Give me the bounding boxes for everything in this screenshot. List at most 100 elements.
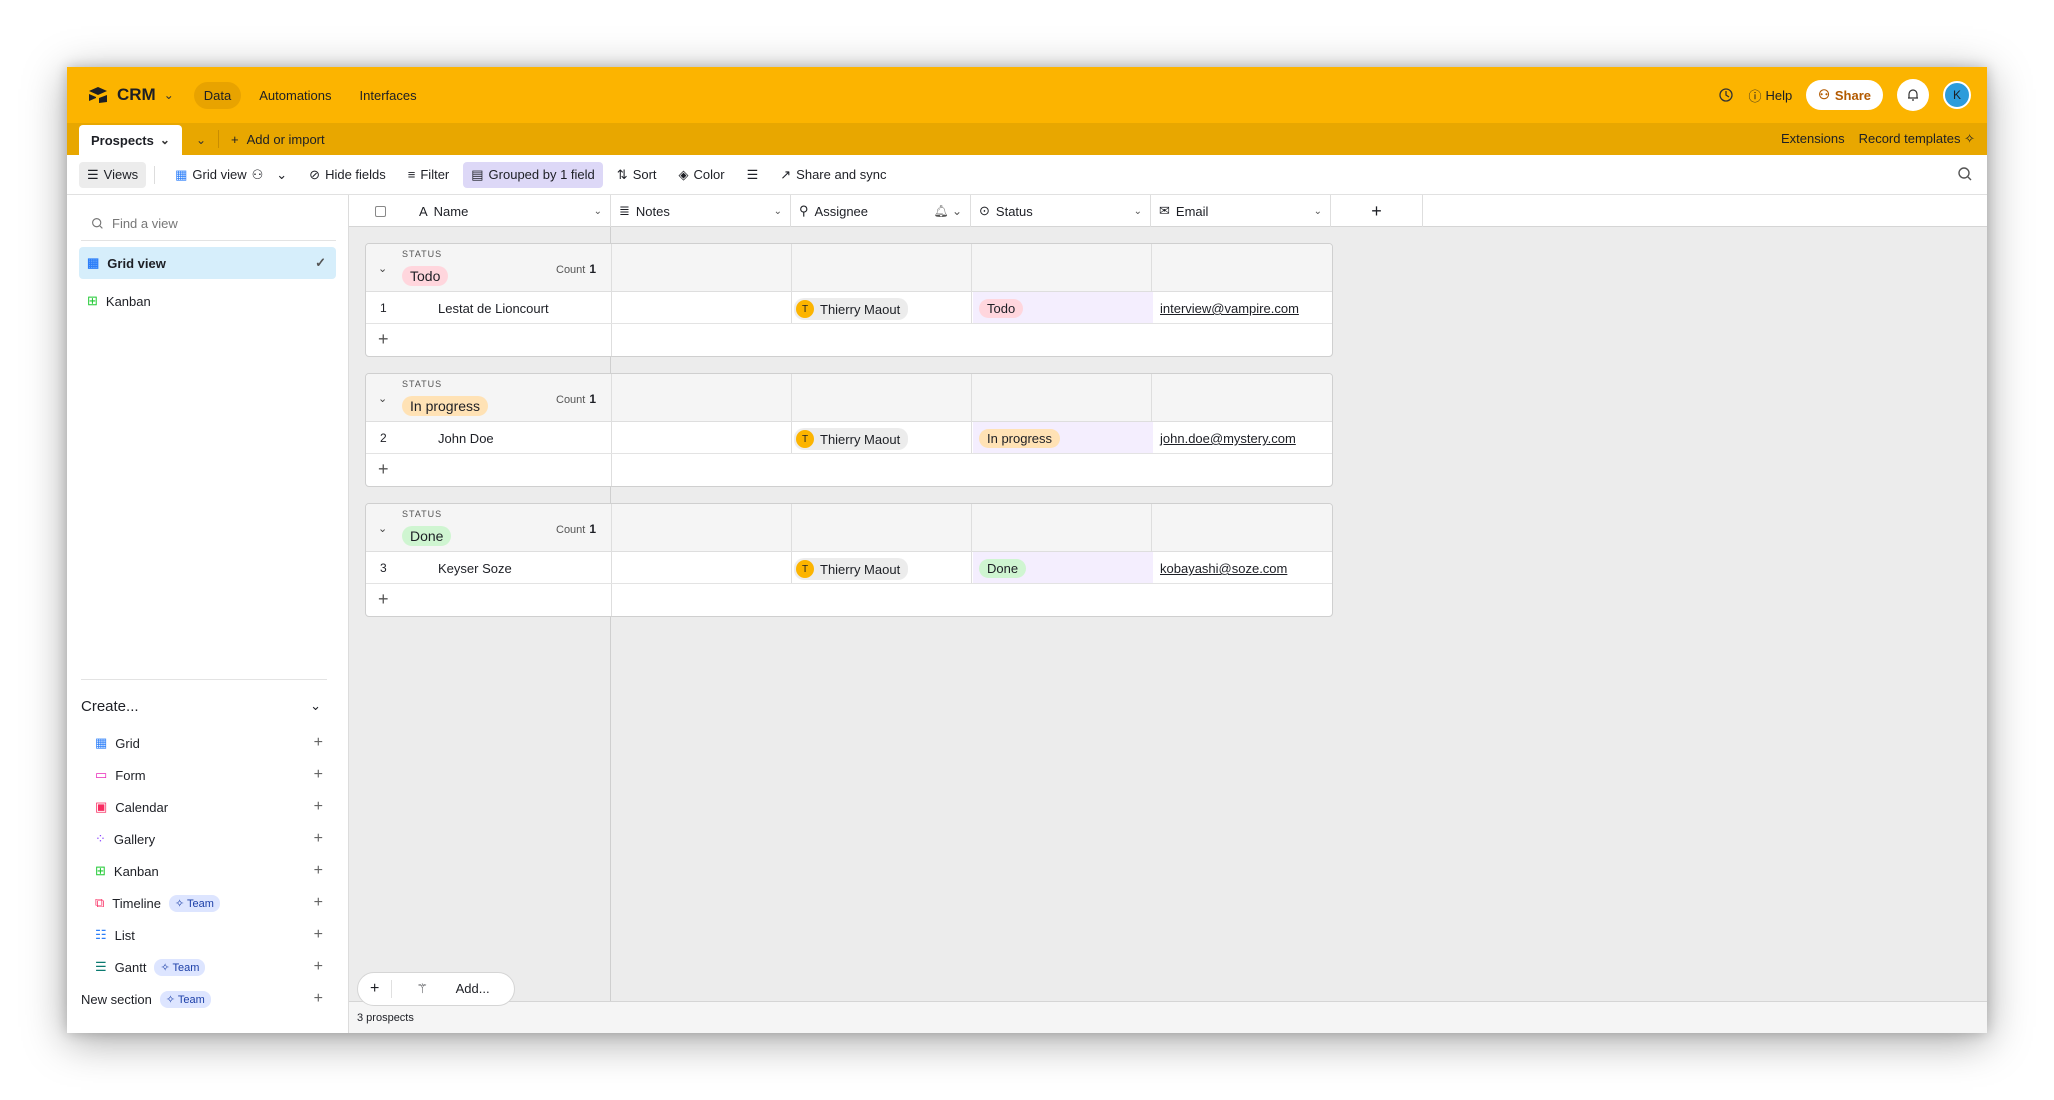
column-header-assignee[interactable]: ⚲ Assignee 🔔︎ ⌄ [791,195,971,227]
create-label: Create... [81,698,139,715]
name-cell[interactable]: Keyser Soze [438,561,512,576]
chevron-down-icon[interactable]: ⌄ [196,133,206,147]
plus-icon: + [378,329,389,349]
email-link[interactable]: kobayashi@soze.com [1160,561,1287,576]
sidebar-item-grid-view[interactable]: ▦ Grid view ✓ [79,247,336,279]
plus-icon: + [378,589,389,609]
kanban-icon: ⊞ [95,863,106,878]
select-all-checkbox[interactable] [349,195,411,227]
avatar[interactable]: K [1943,81,1971,109]
share-sync-button[interactable]: ↗ Share and sync [772,162,894,188]
column-header-status[interactable]: ⊙ Status ⌄ [971,195,1151,227]
sparkle-icon: ✧ [1964,131,1975,146]
sort-button[interactable]: ⇅ Sort [609,162,665,188]
assignee-chip[interactable]: T Thierry Maout [794,298,909,320]
view-item-label: Kanban [105,293,151,309]
column-label: Assignee [814,203,869,219]
create-new-section[interactable]: New section ✧ Team + [81,983,331,1015]
create-form[interactable]: ▭ Form + [81,759,331,791]
views-button[interactable]: ☰ Views [79,161,147,188]
add-or-import-button[interactable]: + Add or import [231,132,325,147]
gallery-icon: ⁘ [95,831,106,846]
grid-icon: ▦ [175,166,188,182]
add-record-row[interactable]: + [366,324,1332,356]
history-icon[interactable] [1718,87,1734,103]
tab-prospects[interactable]: Prospects ⌄ [79,125,182,155]
assignee-chip[interactable]: T Thierry Maout [794,428,909,450]
column-header-notes[interactable]: ≣ Notes ⌄ [611,195,791,227]
create-timeline[interactable]: ⧉ Timeline ✧ Team + [81,887,331,919]
sidebar-item-kanban[interactable]: ⊞ Kanban [79,285,336,317]
add-record-row[interactable]: + [366,454,1332,486]
add-field-button[interactable]: + [1331,195,1423,227]
nav-automations[interactable]: Automations [249,82,341,109]
create-section-header[interactable]: Create... ⌄ [81,679,327,715]
team-badge: ✧ Team [168,894,220,912]
email-link[interactable]: interview@vampire.com [1160,301,1299,316]
kanban-icon: ⊞ [87,293,98,308]
create-kanban[interactable]: ⊞ Kanban + [81,855,331,887]
base-switcher[interactable]: CRM ⌄ [87,85,174,105]
group-header[interactable]: ⌄ STATUS Done Count 1 [366,504,1332,552]
table-row[interactable]: 1 Lestat de Lioncourt T Thierry Maout Tod… [366,292,1332,324]
create-grid[interactable]: ▦ Grid + [81,727,331,759]
table-row[interactable]: 2 John Doe T Thierry Maout In progress jo… [366,422,1332,454]
column-header-name[interactable]: A Name ⌄ [411,195,611,227]
team-badge-label: Team [187,897,214,910]
nav-interfaces[interactable]: Interfaces [350,82,427,109]
record-templates-button[interactable]: Record templates ✧ [1859,131,1975,147]
column-header-email[interactable]: ✉ Email ⌄ [1151,195,1331,227]
chevron-down-icon[interactable]: ⌄ [378,262,387,275]
plus-icon: + [313,734,323,751]
divider [218,130,219,148]
table-row[interactable]: 3 Keyser Soze T Thierry Maout Done kobaya… [366,552,1332,584]
create-gallery[interactable]: ⁘ Gallery + [81,823,331,855]
chevron-down-icon: ⌄ [159,133,170,147]
sort-icon: ⇅ [616,166,628,182]
group-header[interactable]: ⌄ STATUS In progress Count 1 [366,374,1332,422]
users-icon: ⚇ [1818,87,1830,102]
status-cell[interactable]: In progress [973,422,1153,453]
add-with-ai-button[interactable]: ⚚ Add... [392,981,513,997]
email-icon: ✉ [1159,203,1170,218]
search-icon[interactable] [1957,166,1973,182]
magic-wand-icon: ⚚ [416,981,428,996]
view-switcher[interactable]: ▦ Grid view ⚇ ⌄ [167,162,295,188]
notifications-button[interactable] [1897,79,1929,111]
collaborators-icon: ⚇ [251,166,264,182]
chevron-down-icon[interactable]: ⌄ [378,522,387,535]
color-button[interactable]: ◈ Color [671,162,733,188]
share-button[interactable]: ⚇ Share [1806,80,1883,110]
group-button[interactable]: ▤ Grouped by 1 field [463,161,603,188]
create-calendar[interactable]: ▣ Calendar + [81,791,331,823]
grid-icon: ▦ [95,735,108,750]
status-cell[interactable]: Done [973,552,1153,583]
extensions-button[interactable]: Extensions [1781,131,1845,147]
status-cell[interactable]: Todo [973,292,1153,323]
chevron-down-icon[interactable]: ⌄ [378,392,387,405]
view-toolbar: ☰ Views ▦ Grid view ⚇ ⌄ ⊘ Hide fields ≡ Filter… [67,155,1987,195]
avatar: T [796,560,814,578]
help-button[interactable]: ⓘ Help [1748,86,1792,105]
name-cell[interactable]: Lestat de Lioncourt [438,301,549,316]
row-number: 1 [380,301,387,315]
add-record-row[interactable]: + [366,584,1332,616]
email-link[interactable]: john.doe@mystery.com [1160,431,1296,446]
grid-icon: ▦ [87,255,100,270]
find-view-input[interactable]: Find a view [81,207,336,241]
check-icon: ✓ [315,255,326,270]
plus-icon: + [313,990,323,1007]
nav-data[interactable]: Data [193,81,242,109]
group-header[interactable]: ⌄ STATUS Todo Count 1 [366,244,1332,292]
row-height-button[interactable]: ☰ [739,162,767,188]
filter-button[interactable]: ≡ Filter [400,162,457,187]
add-record-button[interactable]: + [358,980,393,998]
create-gantt[interactable]: ☰ Gantt ✧ Team + [81,951,331,983]
table-tabs: Prospects ⌄ ⌄ + Add or import Extensions R… [67,123,1987,155]
name-cell[interactable]: John Doe [438,431,494,446]
assignee-chip[interactable]: T Thierry Maout [794,558,909,580]
hide-fields-button[interactable]: ⊘ Hide fields [301,162,394,188]
group-count: Count 1 [556,392,596,406]
create-list[interactable]: ☷ List + [81,919,331,951]
group-count: Count 1 [556,262,596,276]
